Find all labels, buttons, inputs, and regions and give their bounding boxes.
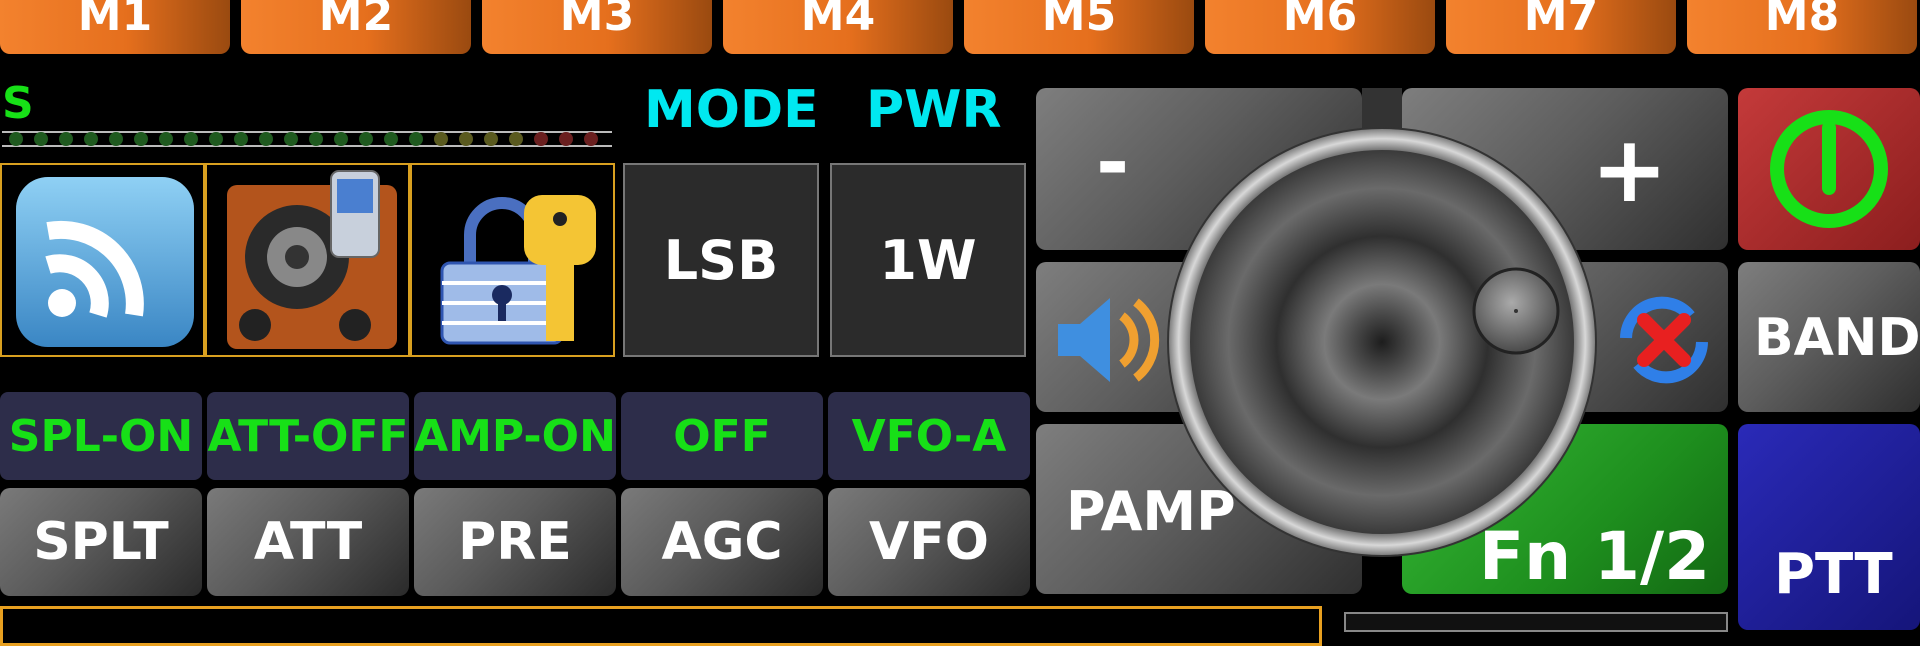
meter-segment <box>284 132 298 146</box>
meter-segment <box>59 132 73 146</box>
memory-button-m5[interactable]: M5 <box>964 0 1194 54</box>
split-button[interactable]: SPLT <box>0 488 202 596</box>
ptt-label: PTT <box>1774 542 1893 607</box>
lock-key-button[interactable] <box>410 163 615 357</box>
pwr-value[interactable]: 1W <box>830 163 1026 357</box>
power-icon <box>1770 110 1888 228</box>
mode-label: MODE <box>644 80 819 140</box>
meter-segment <box>309 132 323 146</box>
meter-segment <box>484 132 498 146</box>
ptt-button[interactable]: PTT <box>1738 424 1920 630</box>
meter-segment <box>434 132 448 146</box>
s-meter <box>2 128 612 150</box>
meter-segment <box>509 132 523 146</box>
att-status: ATT-OFF <box>207 392 409 480</box>
meter-segment <box>459 132 473 146</box>
amp-status: AMP-ON <box>414 392 616 480</box>
speaker-volume-icon <box>1058 298 1160 382</box>
meter-segment <box>234 132 248 146</box>
vfo-status: VFO-A <box>828 392 1030 480</box>
meter-segment <box>384 132 398 146</box>
meter-segment <box>159 132 173 146</box>
memory-button-m2[interactable]: M2 <box>241 0 471 54</box>
meter-segment <box>84 132 98 146</box>
meter-segment <box>209 132 223 146</box>
speaker-phone-button[interactable] <box>205 163 410 357</box>
memory-button-m3[interactable]: M3 <box>482 0 712 54</box>
meter-segment <box>184 132 198 146</box>
meter-segment <box>584 132 598 146</box>
wifi-button[interactable] <box>0 163 205 357</box>
band-label: BAND <box>1754 308 1920 368</box>
meter-segment <box>259 132 273 146</box>
mode-value[interactable]: LSB <box>623 163 819 357</box>
memory-button-m8[interactable]: M8 <box>1687 0 1917 54</box>
meter-segment <box>34 132 48 146</box>
pre-button[interactable]: PRE <box>414 488 616 596</box>
wifi-icon <box>16 177 194 347</box>
meter-segment <box>134 132 148 146</box>
meter-segment <box>9 132 23 146</box>
scroll-track[interactable] <box>1344 612 1728 632</box>
speaker-phone-icon <box>227 170 397 349</box>
tuning-knob[interactable] <box>1166 126 1598 558</box>
lock-key-icon <box>440 195 596 345</box>
info-display-field[interactable] <box>0 606 1322 646</box>
split-status: SPL-ON <box>0 392 202 480</box>
memory-button-m4[interactable]: M4 <box>723 0 953 54</box>
memory-button-m1[interactable]: M1 <box>0 0 230 54</box>
meter-segment <box>559 132 573 146</box>
att-button[interactable]: ATT <box>207 488 409 596</box>
band-button[interactable]: BAND <box>1738 262 1920 412</box>
plus-label: + <box>1590 116 1668 223</box>
memory-button-m6[interactable]: M6 <box>1205 0 1435 54</box>
minus-label: - <box>1096 116 1130 209</box>
s-meter-label: S <box>2 78 34 129</box>
agc-button[interactable]: AGC <box>621 488 823 596</box>
meter-segment <box>534 132 548 146</box>
meter-segment <box>109 132 123 146</box>
vfo-button[interactable]: VFO <box>828 488 1030 596</box>
pwr-label: PWR <box>866 80 1002 140</box>
sync-off-icon <box>1620 296 1708 384</box>
meter-segment <box>359 132 373 146</box>
memory-button-m7[interactable]: M7 <box>1446 0 1676 54</box>
tuning-track <box>1362 88 1402 128</box>
meter-segment <box>334 132 348 146</box>
agc-status: OFF <box>621 392 823 480</box>
meter-segment <box>409 132 423 146</box>
power-button[interactable] <box>1738 88 1920 250</box>
